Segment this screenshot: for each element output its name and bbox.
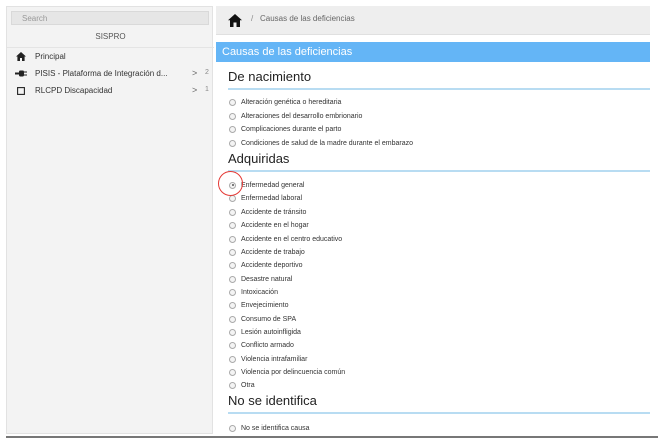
sidebar-item-label: PISIS - Plataforma de Integración d... (35, 69, 168, 78)
radio-button[interactable] (229, 235, 236, 243)
section-divider (228, 170, 650, 172)
radio-label: Desastre natural (241, 275, 293, 283)
radio-button[interactable] (229, 315, 236, 323)
chevron-right-icon[interactable]: > (192, 68, 197, 78)
radio-option[interactable]: Accidente deportivo (229, 259, 302, 271)
radio-option[interactable]: Complicaciones durante el parto (229, 123, 341, 135)
radio-button[interactable] (229, 221, 236, 229)
radio-button[interactable] (229, 125, 236, 133)
radio-button[interactable] (229, 381, 236, 389)
radio-option[interactable]: Violencia intrafamiliar (229, 353, 307, 365)
section-divider (228, 88, 650, 90)
radio-label: Accidente de trabajo (241, 248, 305, 256)
sidebar-item-principal[interactable]: Principal (7, 48, 214, 65)
topbar: / Causas de las deficiencias (216, 6, 650, 35)
badge-count: 2 (205, 69, 209, 76)
radio-label: No se identifica causa (241, 424, 310, 432)
radio-button[interactable] (229, 424, 236, 432)
section-title-nacimiento: De nacimiento (228, 69, 312, 84)
radio-option[interactable]: Intoxicación (229, 286, 278, 298)
radio-label: Enfermedad laboral (241, 194, 303, 202)
radio-button[interactable] (229, 368, 236, 376)
radio-option[interactable]: No se identifica causa (229, 422, 309, 434)
radio-option[interactable]: Accidente de trabajo (229, 246, 305, 258)
radio-label: Lesión autoinfligida (241, 328, 301, 336)
radio-option[interactable]: Conflicto armado (229, 339, 294, 351)
radio-button[interactable] (229, 139, 236, 147)
radio-option[interactable]: Alteraciones del desarrollo embrionario (229, 110, 362, 122)
radio-button[interactable] (229, 341, 236, 349)
chevron-right-icon[interactable]: > (192, 85, 197, 95)
radio-button[interactable] (229, 288, 236, 296)
sidebar-item-rlcpd[interactable]: RLCPD Discapacidad > 1 (7, 82, 214, 99)
radio-label: Accidente en el hogar (241, 221, 309, 229)
radio-option[interactable]: Otra (229, 379, 255, 391)
radio-option[interactable]: Enfermedad laboral (229, 192, 302, 204)
home-icon (13, 52, 29, 61)
highlight-circle (218, 171, 243, 196)
radio-button[interactable] (229, 301, 236, 309)
section-divider (228, 412, 650, 414)
panel-title: Causas de las deficiencias (216, 42, 650, 62)
radio-label: Accidente de tránsito (241, 208, 307, 216)
radio-option[interactable]: Condiciones de salud de la madre durante… (229, 137, 413, 149)
radio-label: Violencia intrafamiliar (241, 355, 308, 363)
square-icon (13, 86, 29, 95)
radio-button[interactable] (229, 248, 236, 256)
plug-icon (13, 70, 29, 77)
radio-option[interactable]: Lesión autoinfligida (229, 326, 301, 338)
sidebar-item-label: Principal (35, 52, 66, 61)
radio-label: Conflicto armado (241, 341, 294, 349)
radio-label: Violencia por delincuencia común (241, 368, 346, 376)
search-input[interactable] (11, 11, 209, 25)
breadcrumb: Causas de las deficiencias (260, 14, 355, 23)
radio-label: Otra (241, 381, 255, 389)
radio-option[interactable]: Accidente de tránsito (229, 206, 306, 218)
radio-option[interactable]: Desastre natural (229, 273, 292, 285)
radio-option[interactable]: Accidente en el centro educativo (229, 233, 342, 245)
radio-label: Accidente deportivo (241, 261, 303, 269)
home-icon[interactable] (228, 14, 242, 27)
sidebar: SISPRO Principal PISIS - Plataforma de I… (6, 6, 214, 434)
radio-button[interactable] (229, 275, 236, 283)
radio-button[interactable] (229, 355, 236, 363)
radio-option[interactable]: Alteración genética o hereditaria (229, 96, 341, 108)
sidebar-item-pisis[interactable]: PISIS - Plataforma de Integración d... >… (7, 65, 214, 82)
radio-label: Consumo de SPA (241, 315, 297, 323)
radio-button[interactable] (229, 112, 236, 120)
breadcrumb-separator: / (251, 14, 254, 23)
radio-option[interactable]: Violencia por delincuencia común (229, 366, 345, 378)
radio-label: Alteraciones del desarrollo embrionario (241, 112, 363, 120)
radio-option[interactable]: Consumo de SPA (229, 313, 296, 325)
radio-label: Accidente en el centro educativo (241, 235, 343, 243)
radio-button[interactable] (229, 208, 236, 216)
radio-label: Alteración genética o hereditaria (241, 98, 342, 106)
badge-count: 1 (205, 86, 209, 93)
radio-label: Enfermedad general (241, 181, 305, 189)
radio-button[interactable] (229, 98, 236, 106)
radio-label: Envejecimiento (241, 301, 289, 309)
app-name: SISPRO (95, 32, 126, 41)
radio-option[interactable]: Envejecimiento (229, 299, 288, 311)
radio-label: Intoxicación (241, 288, 278, 296)
radio-option[interactable]: Accidente en el hogar (229, 219, 309, 231)
radio-button[interactable] (229, 261, 236, 269)
section-title-no-identifica: No se identifica (228, 393, 317, 408)
radio-label: Condiciones de salud de la madre durante… (241, 139, 413, 147)
bottom-border (6, 436, 658, 438)
sidebar-item-label: RLCPD Discapacidad (35, 86, 113, 95)
section-title-adquiridas: Adquiridas (228, 151, 290, 166)
radio-button[interactable] (229, 328, 236, 336)
radio-label: Complicaciones durante el parto (241, 125, 342, 133)
